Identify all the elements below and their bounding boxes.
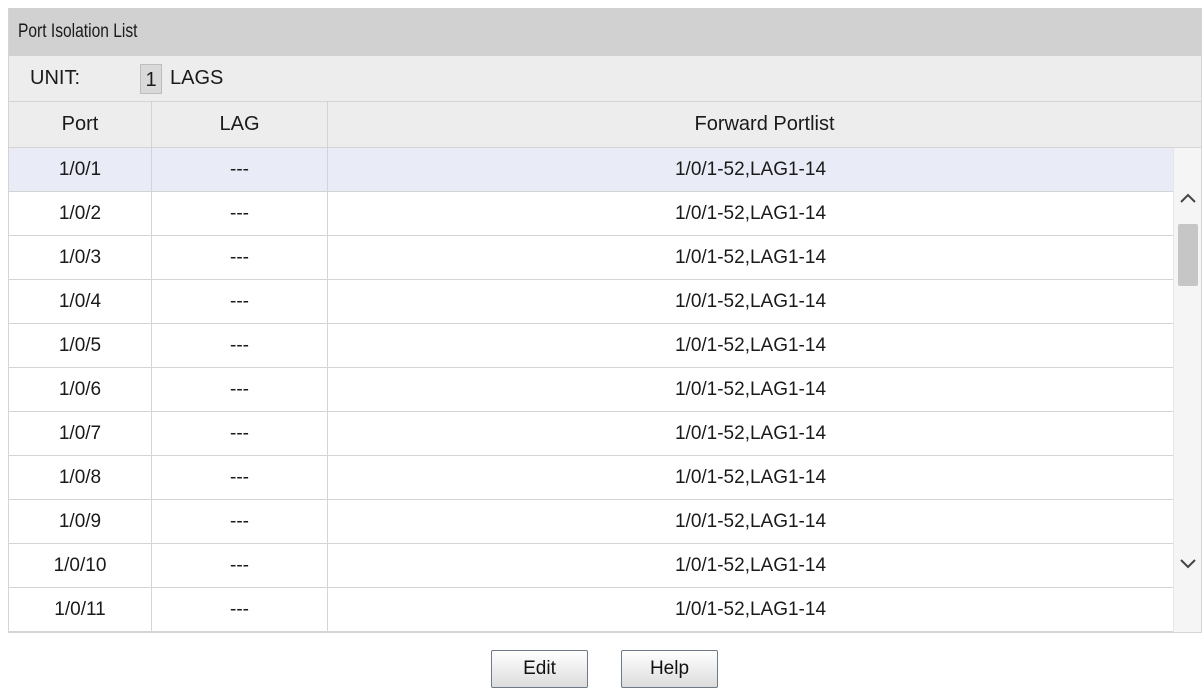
unit-1-button[interactable]: 1 [140, 63, 162, 94]
forward-portlist-cell: 1/0/1-52,LAG1-14 [674, 158, 827, 180]
table-body: 1/0/1 --- 1/0/1-52,LAG1-14 1/0/2 --- 1/0/1-52… [9, 148, 1201, 632]
chevron-down-icon[interactable] [1174, 550, 1202, 578]
table-row[interactable]: 1/0/11 --- 1/0/1-52,LAG1-14 [9, 588, 1173, 632]
table-row[interactable]: 1/0/2 --- 1/0/1-52,LAG1-14 [9, 192, 1173, 236]
forward-portlist-cell: 1/0/1-52,LAG1-14 [674, 598, 827, 620]
unit-label: UNIT: [30, 67, 80, 89]
table-row[interactable]: 1/0/4 --- 1/0/1-52,LAG1-14 [9, 280, 1173, 324]
table-row[interactable]: 1/0/5 --- 1/0/1-52,LAG1-14 [9, 324, 1173, 368]
chevron-up-icon[interactable] [1174, 184, 1202, 212]
forward-portlist-cell: 1/0/1-52,LAG1-14 [674, 290, 827, 312]
port-cell: 1/0/2 [9, 192, 152, 235]
panel-title-bar: Port Isolation List [9, 8, 1201, 56]
column-header-port: Port [9, 102, 152, 147]
forward-portlist-cell: 1/0/1-52,LAG1-14 [674, 378, 827, 400]
table-row[interactable]: 1/0/6 --- 1/0/1-52,LAG1-14 [9, 368, 1173, 412]
port-cell: 1/0/11 [9, 588, 152, 631]
forward-portlist-cell: 1/0/1-52,LAG1-14 [674, 246, 827, 268]
table-row[interactable]: 1/0/9 --- 1/0/1-52,LAG1-14 [9, 500, 1173, 544]
table-row[interactable]: 1/0/7 --- 1/0/1-52,LAG1-14 [9, 412, 1173, 456]
port-cell: 1/0/5 [9, 324, 152, 367]
table-header: Port LAG Forward Portlist [9, 102, 1201, 148]
port-cell: 1/0/10 [9, 544, 152, 587]
lag-cell: --- [152, 544, 328, 587]
lag-cell: --- [152, 236, 328, 279]
table-row[interactable]: 1/0/3 --- 1/0/1-52,LAG1-14 [9, 236, 1173, 280]
port-cell: 1/0/8 [9, 456, 152, 499]
scrollbar-thumb[interactable] [1178, 224, 1198, 286]
port-cell: 1/0/7 [9, 412, 152, 455]
lag-cell: --- [152, 368, 328, 411]
vertical-scrollbar[interactable] [1173, 148, 1201, 632]
edit-button[interactable]: Edit [491, 650, 588, 688]
table-row[interactable]: 1/0/1 --- 1/0/1-52,LAG1-14 [9, 148, 1173, 192]
port-cell: 1/0/4 [9, 280, 152, 323]
panel-title: Port Isolation List [18, 21, 138, 42]
action-buttons: Edit Help [0, 650, 1203, 688]
port-cell: 1/0/1 [9, 148, 152, 191]
lag-cell: --- [152, 192, 328, 235]
forward-portlist-cell: 1/0/1-52,LAG1-14 [674, 554, 827, 576]
port-isolation-panel: Port Isolation List UNIT: 1 LAGS Port LA… [8, 8, 1202, 633]
forward-portlist-cell: 1/0/1-52,LAG1-14 [674, 202, 827, 224]
lag-cell: --- [152, 500, 328, 543]
lag-cell: --- [152, 412, 328, 455]
table-rows: 1/0/1 --- 1/0/1-52,LAG1-14 1/0/2 --- 1/0/1-52… [9, 148, 1173, 632]
lag-cell: --- [152, 456, 328, 499]
lags-link[interactable]: LAGS [170, 67, 223, 90]
column-header-lag: LAG [152, 102, 328, 147]
unit-selector-row: UNIT: 1 LAGS [9, 56, 1201, 102]
port-cell: 1/0/9 [9, 500, 152, 543]
forward-portlist-cell: 1/0/1-52,LAG1-14 [674, 510, 827, 532]
forward-portlist-cell: 1/0/1-52,LAG1-14 [674, 466, 827, 488]
help-button[interactable]: Help [621, 650, 718, 688]
table-row[interactable]: 1/0/10 --- 1/0/1-52,LAG1-14 [9, 544, 1173, 588]
lag-cell: --- [152, 280, 328, 323]
column-header-forward-portlist: Forward Portlist [694, 113, 835, 135]
forward-portlist-cell: 1/0/1-52,LAG1-14 [674, 334, 827, 356]
forward-portlist-cell: 1/0/1-52,LAG1-14 [674, 422, 827, 444]
port-cell: 1/0/6 [9, 368, 152, 411]
port-cell: 1/0/3 [9, 236, 152, 279]
lag-cell: --- [152, 148, 328, 191]
lag-cell: --- [152, 324, 328, 367]
table-row[interactable]: 1/0/8 --- 1/0/1-52,LAG1-14 [9, 456, 1173, 500]
lag-cell: --- [152, 588, 328, 631]
